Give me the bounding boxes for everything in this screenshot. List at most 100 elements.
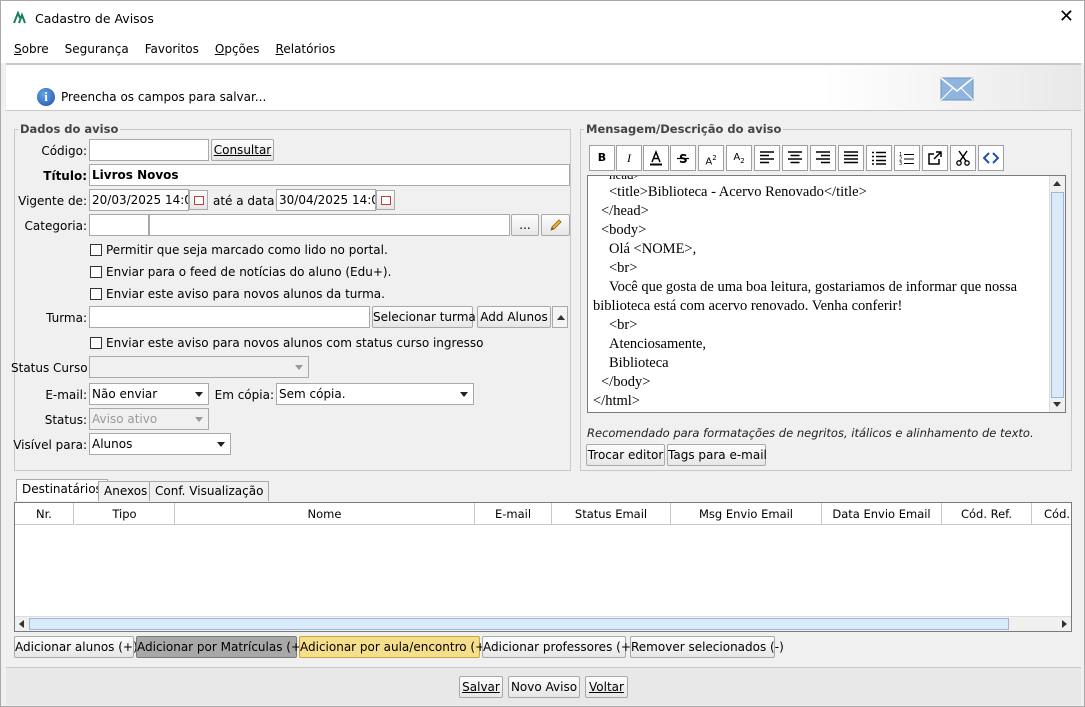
feed-checkbox[interactable] <box>90 266 102 278</box>
editor-line: <br> <box>609 317 638 333</box>
ingresso-checkbox[interactable] <box>90 337 102 349</box>
align-center-icon <box>788 151 802 164</box>
menu-seguranca[interactable]: Segurança <box>65 42 129 56</box>
categoria-edit-button[interactable] <box>541 214 570 236</box>
align-center-button[interactable] <box>782 145 808 171</box>
align-right-button[interactable] <box>810 145 836 171</box>
message-editor[interactable]: head> <title>Biblioteca - Acervo Renovad… <box>587 175 1066 413</box>
ate-input[interactable]: 30/04/2025 14:01 <box>276 189 376 211</box>
voltar-button[interactable]: Voltar <box>585 676 628 698</box>
consultar-button[interactable]: Consultar <box>211 139 274 161</box>
add-alunos-button[interactable]: Add Alunos <box>477 306 551 328</box>
turma-input[interactable] <box>89 306 370 328</box>
numbered-list-button[interactable]: 123 <box>894 145 920 171</box>
editor-line: <title>Biblioteca - Acervo Renovado</tit… <box>609 184 867 200</box>
editor-line: Olá <NOME>, <box>609 241 697 257</box>
hint-bar: i Preencha os campos para salvar... <box>6 63 1081 111</box>
adicionar-alunos-button[interactable]: Adicionar alunos (+) <box>14 636 138 658</box>
status-select[interactable]: Aviso ativo <box>89 408 209 430</box>
justify-button[interactable] <box>838 145 864 171</box>
justify-icon <box>844 151 858 164</box>
visivel-label: Visível para: <box>13 438 87 452</box>
ate-calendar-icon[interactable] <box>376 190 395 210</box>
align-left-button[interactable] <box>754 145 780 171</box>
email-label: E-mail: <box>45 388 87 402</box>
column-header[interactable]: Nr. <box>15 503 74 525</box>
column-header[interactable]: Cód. D <box>1032 503 1071 525</box>
feed-checkbox-label: Enviar para o feed de notícias do aluno … <box>106 265 392 279</box>
align-left-icon <box>760 151 774 164</box>
adicionar-matriculas-button[interactable]: Adicionar por Matrículas (+) <box>136 636 306 658</box>
menu-bar: Sobre Segurança Favoritos Opções Relatór… <box>1 35 1084 63</box>
tab-anexos[interactable]: Anexos <box>98 481 154 501</box>
vigente-calendar-icon[interactable] <box>189 190 208 210</box>
close-icon[interactable]: ✕ <box>1059 7 1074 27</box>
salvar-button[interactable]: Salvar <box>459 676 503 698</box>
status-curso-select[interactable] <box>89 356 309 378</box>
turma-up-button[interactable] <box>552 306 568 328</box>
ate-label: até a data: <box>213 194 279 208</box>
font-color-button[interactable] <box>643 145 669 171</box>
italic-button[interactable]: I <box>616 145 642 171</box>
adicionar-aula-button[interactable]: Adicionar por aula/encontro (+) <box>299 636 490 658</box>
tab-destinatarios[interactable]: Destinatários <box>16 479 108 501</box>
categoria-name-input[interactable] <box>149 214 510 236</box>
info-icon: i <box>37 88 55 106</box>
editor-line: </head> <box>601 203 649 219</box>
grid-scrollbar[interactable] <box>15 616 1071 631</box>
novo-aviso-button[interactable]: Novo Aviso <box>508 676 580 698</box>
editor-line: Você que gosta de uma boa leitura, gosta… <box>609 279 1018 295</box>
titulo-label: Título: <box>43 169 87 183</box>
selecionar-turma-button[interactable]: Selecionar turma <box>372 306 476 328</box>
remover-selecionados-button[interactable]: Remover selecionados (-) <box>630 636 784 658</box>
column-header[interactable]: Status Email <box>552 503 671 525</box>
column-header[interactable]: Nome <box>175 503 475 525</box>
editor-line: Atenciosamente, <box>609 336 707 352</box>
source-code-button[interactable] <box>978 145 1004 171</box>
menu-relatorios[interactable]: Relatórios <box>276 42 336 56</box>
column-header[interactable]: Tipo <box>75 503 175 525</box>
editor-scrollbar[interactable] <box>1049 176 1065 412</box>
destinatarios-grid[interactable]: Nr. Tipo Nome E-mail Status Email Msg En… <box>14 502 1072 632</box>
editor-line: Biblioteca <box>609 355 669 371</box>
editor-line: biblioteca está com acervo renovado. Ven… <box>593 298 903 314</box>
external-link-icon <box>928 151 942 165</box>
vigente-input[interactable]: 20/03/2025 14:01 <box>89 189 189 211</box>
window: Cadastro de Avisos ✕ Sobre Segurança Fav… <box>0 0 1085 707</box>
column-header[interactable]: Cód. Ref. <box>942 503 1032 525</box>
window-title: Cadastro de Avisos <box>35 11 154 26</box>
cut-button[interactable] <box>950 145 976 171</box>
adicionar-professores-button[interactable]: Adicionar professores (+) <box>482 636 636 658</box>
titulo-input[interactable]: Livros Novos <box>89 164 570 186</box>
bullet-list-button[interactable] <box>866 145 892 171</box>
envelope-icon <box>940 77 974 101</box>
trocar-editor-button[interactable]: Trocar editor <box>586 444 665 466</box>
codigo-input[interactable] <box>89 139 209 161</box>
link-button[interactable] <box>922 145 948 171</box>
menu-sobre[interactable]: Sobre <box>14 42 49 56</box>
categoria-code-input[interactable] <box>89 214 149 236</box>
portal-checkbox[interactable] <box>90 244 102 256</box>
novos-turma-checkbox[interactable] <box>90 288 102 300</box>
email-select[interactable]: Não enviar <box>89 383 209 405</box>
align-right-icon <box>816 151 830 164</box>
bold-button[interactable]: B <box>589 145 615 171</box>
column-header[interactable]: Data Envio Email <box>822 503 942 525</box>
menu-opcoes[interactable]: Opções <box>215 42 260 56</box>
menu-favoritos[interactable]: Favoritos <box>145 42 199 56</box>
column-header[interactable]: E-mail <box>475 503 552 525</box>
superscript-button[interactable]: A2 <box>698 145 724 171</box>
categoria-browse-button[interactable]: ... <box>511 214 539 236</box>
vigente-label: Vigente de: <box>18 194 87 208</box>
dados-aviso-legend: Dados do aviso <box>18 122 121 136</box>
pencil-icon <box>549 219 562 231</box>
em-copia-select[interactable]: Sem cópia. <box>276 383 474 405</box>
column-header[interactable]: Msg Envio Email <box>671 503 822 525</box>
tags-email-button[interactable]: Tags para e-mail <box>667 444 767 466</box>
strikethrough-button[interactable]: S <box>670 145 696 171</box>
mensagem-legend: Mensagem/Descrição do aviso <box>584 122 784 136</box>
visivel-select[interactable]: Alunos <box>89 433 231 455</box>
tab-conf-visualizacao[interactable]: Conf. Visualização <box>149 481 270 501</box>
subscript-button[interactable]: A2 <box>726 145 752 171</box>
font-color-icon <box>650 149 662 166</box>
